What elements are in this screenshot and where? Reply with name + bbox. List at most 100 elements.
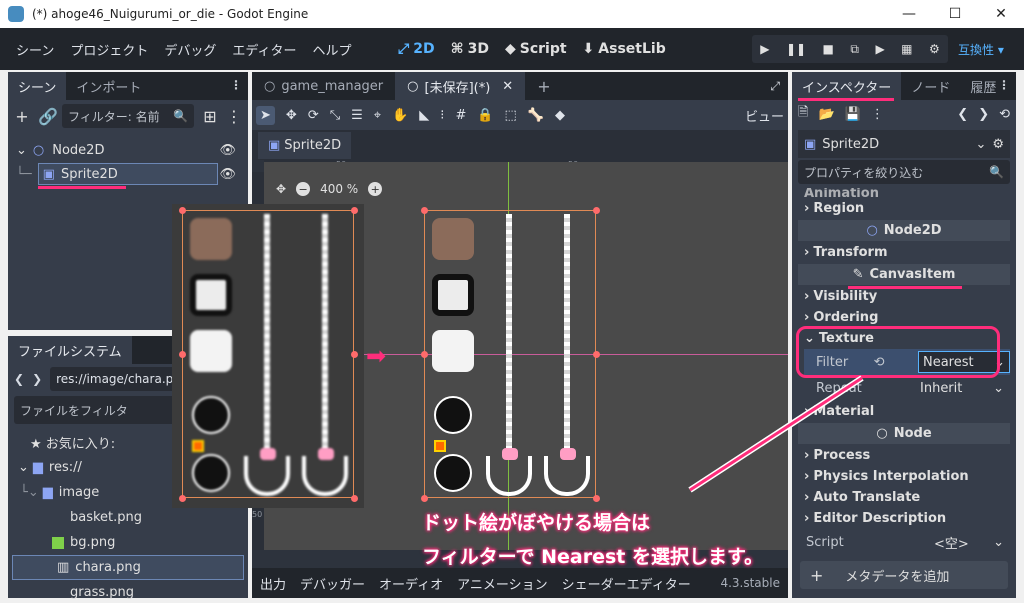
diamond-icon[interactable]: ◆ — [555, 108, 565, 123]
tab-animation[interactable]: アニメーション — [457, 574, 547, 593]
tab-debugger[interactable]: デバッガー — [300, 574, 365, 593]
main-screen-2d[interactable]: ⤢ 2D — [390, 41, 443, 57]
grid-icon[interactable]: # — [455, 108, 466, 123]
script-picker[interactable]: <空> ⌄ — [916, 531, 1008, 553]
main-screen-3d[interactable]: ⌘ 3D — [443, 41, 497, 57]
kebab-icon[interactable]: ⋮ — [230, 78, 242, 92]
play-icon[interactable]: ▶ — [760, 42, 769, 56]
rotate-tool-icon[interactable]: ⟳ — [308, 108, 319, 123]
section-region[interactable]: › Region — [792, 198, 1016, 219]
ruler-tool-icon[interactable]: ◣ — [419, 108, 429, 123]
move-tool-icon[interactable]: ✥ — [286, 108, 297, 123]
group-icon[interactable]: ⬚ — [505, 108, 517, 123]
section-visibility[interactable]: › Visibility — [792, 286, 1016, 307]
expand-arrow-icon[interactable]: ⌄ — [16, 143, 27, 158]
menu-project[interactable]: プロジェクト — [62, 40, 156, 59]
back-icon[interactable]: ❮ — [14, 372, 24, 386]
kebab-icon[interactable]: ⋮ — [871, 107, 884, 122]
resize-handle[interactable] — [351, 495, 358, 502]
property-filter-input[interactable]: プロパティを絞り込む 🔍 — [798, 160, 1010, 184]
play-custom-icon[interactable]: ▦ — [901, 42, 912, 56]
pause-icon[interactable]: ❚❚ — [786, 42, 806, 56]
scale-tool-icon[interactable]: ⤡ — [330, 108, 340, 123]
lock-icon[interactable]: 🔒 — [477, 108, 493, 123]
stop-icon[interactable]: ■ — [823, 42, 834, 56]
repeat-dropdown[interactable]: Inherit ⌄ — [916, 377, 1008, 399]
fs-file-grass[interactable]: grass.png — [8, 580, 248, 603]
tab-inspector[interactable]: インスペクター — [792, 72, 902, 100]
renderer-selector[interactable]: 互換性 ▾ — [958, 41, 1004, 58]
tab-import[interactable]: インポート — [66, 72, 151, 100]
resize-handle[interactable] — [421, 351, 428, 358]
tree-node-node2d[interactable]: ⌄ ○ Node2D 👁 — [8, 138, 248, 162]
save-icon[interactable]: 💾 — [845, 107, 861, 122]
chevron-left-icon[interactable]: ❮ — [957, 107, 968, 122]
tab-output[interactable]: 出力 — [260, 574, 286, 593]
instance-scene-icon[interactable]: ⊞ — [202, 107, 218, 126]
tab-filesystem[interactable]: ファイルシステム — [8, 336, 132, 364]
add-metadata-button[interactable]: + メタデータを追加 — [800, 561, 1008, 589]
distraction-free-icon[interactable]: ⤢ — [770, 79, 780, 94]
main-screen-assetlib[interactable]: ⬇ AssetLib — [575, 41, 674, 57]
kebab-icon[interactable]: ⋮ — [998, 78, 1010, 92]
resize-handle[interactable] — [179, 207, 186, 214]
select-tool-icon[interactable]: ➤ — [256, 105, 275, 125]
tab-audio[interactable]: オーディオ — [379, 574, 443, 593]
tab-scene[interactable]: シーン — [8, 72, 67, 100]
pan-tool-icon[interactable]: ✋ — [392, 108, 408, 123]
list-tool-icon[interactable]: ☰ — [351, 108, 363, 123]
menu-debug[interactable]: デバッグ — [156, 40, 224, 59]
inspected-object[interactable]: ▣ Sprite2D ⌄ ⚙ — [798, 130, 1010, 158]
scene-tab-sprite2d[interactable]: ▣ Sprite2D — [258, 131, 352, 159]
section-animation[interactable]: Animation — [792, 188, 1016, 198]
resize-handle[interactable] — [421, 207, 428, 214]
menu-scene[interactable]: シーン — [8, 40, 62, 59]
resize-handle[interactable] — [351, 351, 358, 358]
play-scene-icon[interactable]: ▶ — [875, 42, 884, 56]
section-transform[interactable]: › Transform — [792, 242, 1016, 263]
section-ordering[interactable]: › Ordering — [792, 307, 1016, 328]
pivot-tool-icon[interactable]: ⌖ — [374, 108, 381, 123]
bone-icon[interactable]: 🦴 — [528, 108, 544, 123]
history-icon[interactable]: ⟲ — [999, 107, 1010, 122]
new-resource-icon[interactable]: 🗎 — [798, 103, 808, 125]
zoom-level[interactable]: 400 % — [320, 182, 358, 196]
close-icon[interactable]: ✕ — [502, 79, 513, 94]
section-auto-translate[interactable]: › Auto Translate — [792, 487, 1016, 508]
section-process[interactable]: › Process — [792, 445, 1016, 466]
sprite2d-selected-row[interactable]: ▣ Sprite2D — [37, 163, 218, 185]
resize-handle[interactable] — [593, 495, 600, 502]
add-node-icon[interactable]: + — [14, 107, 30, 126]
resize-handle[interactable] — [421, 495, 428, 502]
docs-icon[interactable]: ⚙ — [992, 137, 1004, 152]
scene-filter-input[interactable]: フィルター: 名前 🔍 — [62, 104, 194, 128]
chevron-right-icon[interactable]: ❯ — [978, 107, 989, 122]
fs-file-basket[interactable]: basket.png — [8, 505, 248, 530]
open-folder-icon[interactable]: 📂 — [818, 107, 834, 122]
center-view-icon[interactable]: ✥ — [276, 182, 286, 196]
minimize-button[interactable]: — — [886, 0, 932, 28]
resize-handle[interactable] — [593, 351, 600, 358]
menu-editor[interactable]: エディター — [224, 40, 304, 59]
close-button[interactable]: ✕ — [978, 0, 1024, 28]
tab-shader-editor[interactable]: シェーダーエディター — [562, 574, 691, 593]
new-tab-button[interactable]: + — [525, 72, 562, 100]
resize-handle[interactable] — [179, 495, 186, 502]
resize-handle[interactable] — [351, 207, 358, 214]
link-icon[interactable]: 🔗 — [38, 107, 58, 126]
tree-node-sprite2d[interactable]: └─ ▣ Sprite2D 👁 — [8, 162, 248, 186]
tab-game-manager[interactable]: ○ game_manager — [252, 72, 395, 100]
section-editor-description[interactable]: › Editor Description — [792, 508, 1016, 529]
section-physics-interpolation[interactable]: › Physics Interpolation — [792, 466, 1016, 487]
forward-icon[interactable]: ❯ — [32, 372, 42, 386]
kebab-icon[interactable]: ⋮ — [226, 107, 242, 126]
eye-icon[interactable]: 👁 — [219, 167, 236, 182]
maximize-button[interactable]: ☐ — [932, 0, 978, 28]
zoom-in-button[interactable]: + — [368, 182, 383, 196]
resize-handle[interactable] — [179, 351, 186, 358]
remote-debug-icon[interactable]: ⧉ — [850, 42, 859, 57]
eye-icon[interactable]: 👁 — [219, 143, 236, 158]
movie-maker-icon[interactable]: ⚙ — [929, 42, 940, 56]
menu-help[interactable]: ヘルプ — [304, 40, 359, 59]
fs-file-bg[interactable]: bg.png — [8, 530, 248, 555]
